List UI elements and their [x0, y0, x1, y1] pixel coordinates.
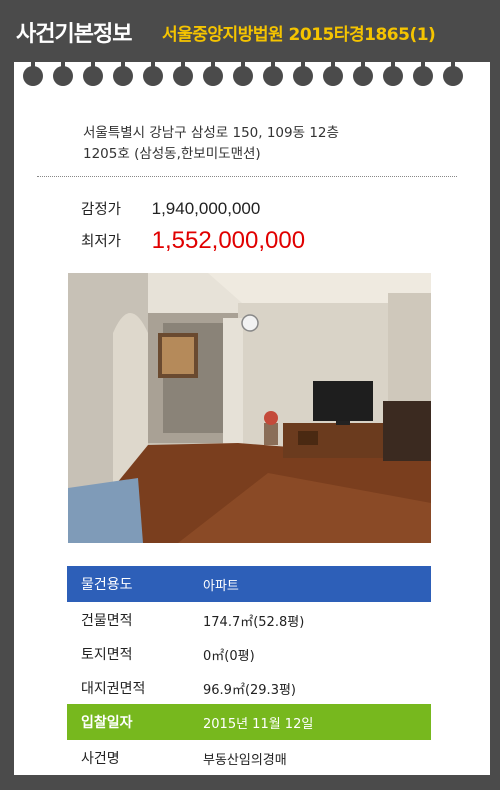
minimum-price-row: 최저가 1,552,000,000 — [81, 225, 306, 254]
binder-hole-icon — [143, 60, 163, 86]
appraisal-price-row: 감정가 1,940,000,000 — [81, 198, 260, 219]
info-row-land-area: 토지면적 0㎡(0평) — [67, 636, 431, 670]
info-label: 입찰일자 — [81, 715, 133, 731]
info-row-usage: 물건용도 아파트 — [67, 566, 431, 602]
info-value: 0㎡(0평) — [203, 649, 255, 664]
info-row-building-area: 건물면적 174.7㎡(52.8평) — [67, 602, 431, 636]
appraisal-label: 감정가 — [81, 202, 122, 218]
binder-hole-icon — [203, 60, 223, 86]
binder-hole-icon — [383, 60, 403, 86]
binder-hole-icon — [113, 60, 133, 86]
property-photo[interactable] — [68, 273, 431, 543]
info-label: 건물면적 — [81, 613, 133, 629]
binder-hole-icon — [23, 60, 43, 86]
info-value: 2015년 11월 12일 — [203, 717, 314, 732]
info-value: 96.9㎡(29.3평) — [203, 683, 296, 698]
minimum-value: 1,552,000,000 — [151, 227, 306, 254]
info-label: 사건명 — [81, 751, 120, 767]
appraisal-value: 1,940,000,000 — [151, 199, 261, 218]
property-address: 서울특별시 강남구 삼성로 150, 109동 12층 1205호 (삼성동,한… — [83, 123, 463, 165]
info-row-bid-date: 입찰일자 2015년 11월 12일 — [67, 704, 431, 740]
binder-hole-icon — [413, 60, 433, 86]
binder-hole-icon — [323, 60, 343, 86]
binder-hole-icon — [263, 60, 283, 86]
info-value: 아파트 — [203, 579, 239, 594]
binder-hole-icon — [353, 60, 373, 86]
info-label: 물건용도 — [81, 577, 133, 593]
info-label: 토지면적 — [81, 647, 133, 663]
binder-hole-icon — [53, 60, 73, 86]
case-number: 서울중앙지방법원 2015타경1865(1) — [162, 25, 436, 45]
info-row-land-right-area: 대지권면적 96.9㎡(29.3평) — [67, 670, 431, 704]
info-row-case-name: 사건명 부동산임의경매 — [67, 740, 431, 774]
info-value: 174.7㎡(52.8평) — [203, 615, 305, 630]
info-value: 부동산임의경매 — [203, 753, 287, 768]
address-line: 서울특별시 강남구 삼성로 150, 109동 12층 — [83, 125, 339, 141]
page-title: 사건기본정보 — [16, 22, 132, 47]
page-header: 사건기본정보 서울중앙지방법원 2015타경1865(1) — [0, 0, 500, 62]
minimum-label: 최저가 — [81, 234, 122, 250]
binder-hole-icon — [173, 60, 193, 86]
property-info-table: 물건용도 아파트 건물면적 174.7㎡(52.8평) 토지면적 0㎡(0평) … — [67, 566, 431, 774]
binder-hole-icon — [443, 60, 463, 86]
binder-hole-icon — [293, 60, 313, 86]
info-label: 대지권면적 — [81, 681, 146, 697]
binder-hole-icon — [83, 60, 103, 86]
divider — [37, 176, 457, 177]
address-line: 1205호 (삼성동,한보미도맨션) — [83, 146, 261, 162]
binder-holes — [23, 60, 483, 88]
binder-hole-icon — [233, 60, 253, 86]
